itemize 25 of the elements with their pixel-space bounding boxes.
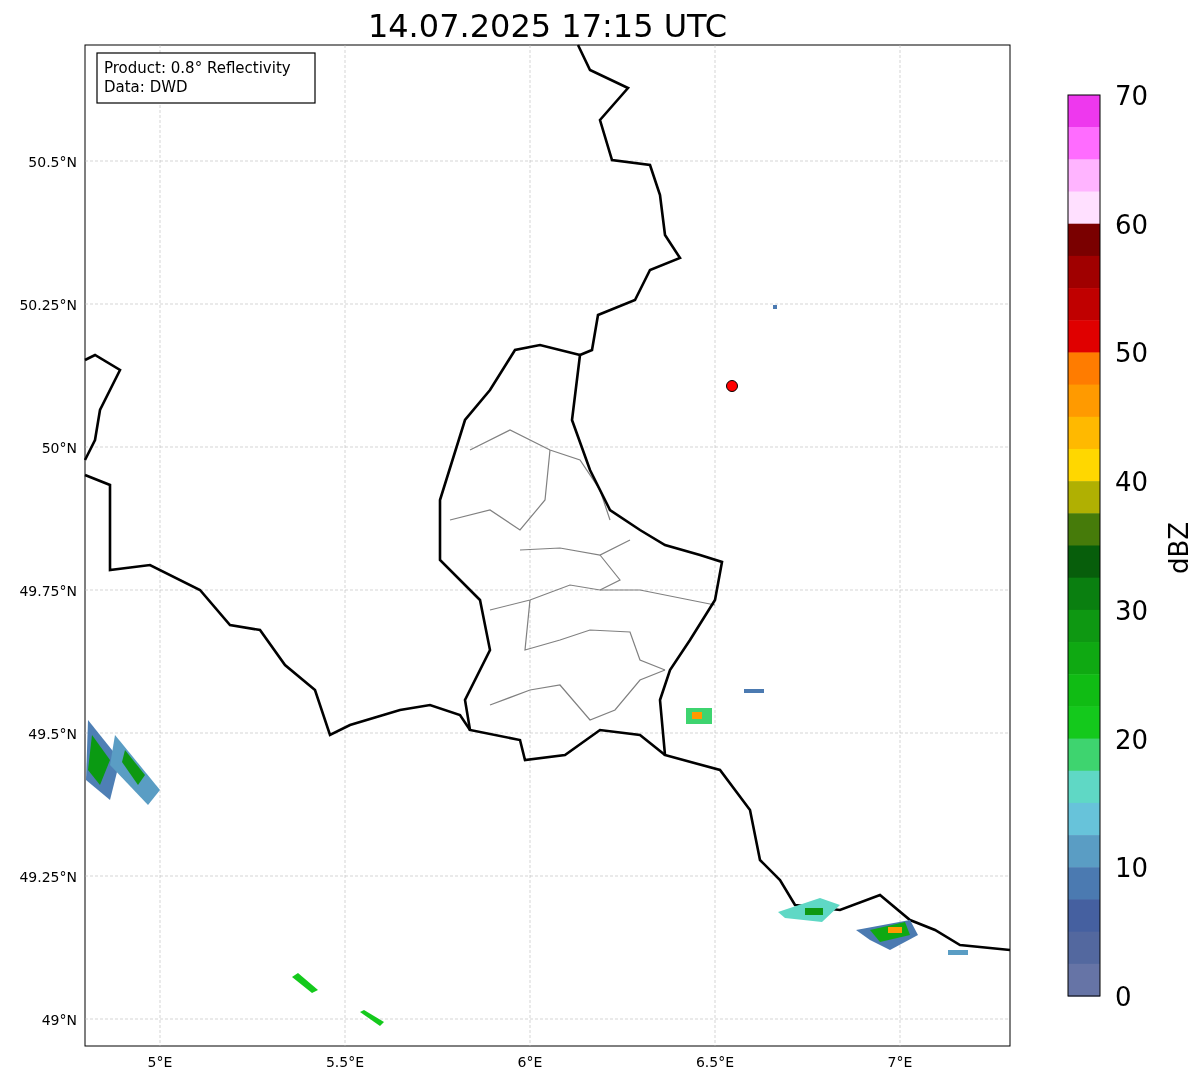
- colorbar-tick-label: 70: [1115, 81, 1149, 111]
- colorbar-tick-label: 20: [1115, 724, 1149, 755]
- latitude-tick-label: 50.5°N: [28, 154, 77, 170]
- colorbar-tick-label: 10: [1115, 853, 1149, 884]
- longitude-tick-label: 6.5°E: [695, 1054, 735, 1070]
- colorbar-tick-label: 50: [1115, 338, 1149, 369]
- radar-site-marker: [726, 380, 738, 392]
- colorbar-tick-label: 60: [1115, 209, 1149, 240]
- colorbar-label: dBZ: [1164, 521, 1194, 575]
- latitude-tick-label: 49.75°N: [19, 583, 77, 599]
- latitude-tick-label: 49.25°N: [19, 869, 77, 885]
- latitude-tick-label: 50.25°N: [19, 297, 77, 313]
- longitude-tick-label: 5°E: [147, 1054, 173, 1070]
- latitude-tick-label: 50°N: [41, 440, 77, 456]
- figure-title: 14.07.2025 17:15 UTC: [367, 7, 728, 45]
- longitude-tick-label: 5.5°E: [325, 1054, 365, 1070]
- latitude-tick-label: 49°N: [41, 1012, 77, 1028]
- latitude-tick-label: 49.5°N: [28, 726, 77, 742]
- longitude-tick-label: 7°E: [887, 1054, 913, 1070]
- info-text: Data: DWD: [104, 78, 188, 96]
- colorbar-tick-label: 0: [1115, 982, 1132, 1012]
- colorbar-tick-label: 30: [1115, 595, 1149, 626]
- colorbar-tick-label: 40: [1115, 467, 1149, 498]
- longitude-tick-label: 6°E: [517, 1054, 543, 1070]
- info-text: Product: 0.8° Reflectivity: [104, 59, 291, 77]
